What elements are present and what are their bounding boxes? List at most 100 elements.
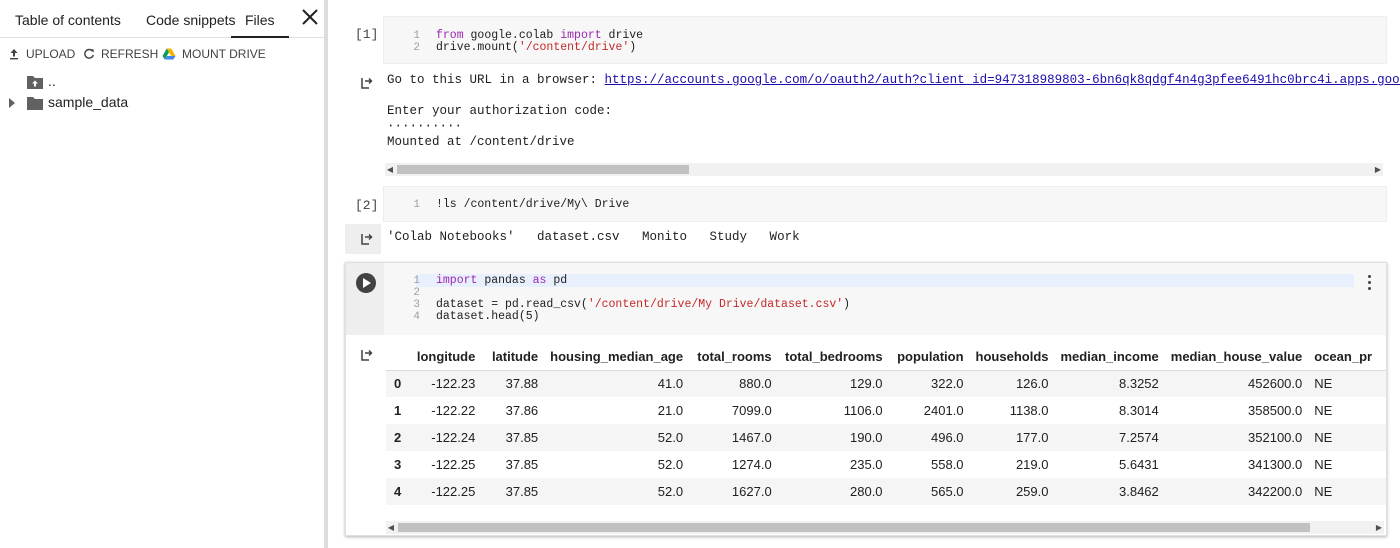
table-cell: 322.0 bbox=[888, 370, 970, 397]
caret-right-icon[interactable] bbox=[7, 97, 17, 109]
table-cell: 52.0 bbox=[544, 424, 690, 451]
run-cell-button[interactable] bbox=[356, 273, 376, 293]
mount-drive-label: MOUNT DRIVE bbox=[182, 47, 266, 61]
column-header: population bbox=[888, 343, 970, 371]
table-cell: -122.25 bbox=[408, 478, 482, 505]
table-cell: 1627.0 bbox=[689, 478, 778, 505]
table-cell: -122.25 bbox=[431, 457, 476, 472]
tab-code-snippets[interactable]: Code snippets bbox=[146, 0, 236, 38]
scroll-right-icon[interactable]: ▶ bbox=[1374, 522, 1384, 533]
refresh-button[interactable]: REFRESH bbox=[83, 44, 158, 64]
scrollbar-thumb[interactable] bbox=[398, 523, 1310, 532]
tree-item-sample-data[interactable]: sample_data bbox=[0, 92, 324, 114]
row-index: 4 bbox=[386, 478, 409, 505]
table-cell: 129.0 bbox=[777, 370, 889, 397]
execution-count: [2] bbox=[355, 198, 379, 213]
upload-icon bbox=[10, 49, 18, 60]
table-cell: 1467.0 bbox=[689, 424, 778, 451]
table-cell: 352100.0 bbox=[1164, 424, 1309, 451]
column-header: longitude bbox=[408, 343, 482, 371]
table-cell: 37.85 bbox=[481, 478, 545, 505]
table-cell: 235.0 bbox=[850, 457, 883, 472]
table-cell: 2401.0 bbox=[923, 403, 964, 418]
code-editor[interactable]: 1 2 from google.colab import drive drive… bbox=[383, 16, 1387, 64]
code-editor[interactable]: 1 !ls /content/drive/My\ Drive bbox=[383, 186, 1387, 222]
refresh-icon bbox=[84, 48, 94, 59]
output-arrow-icon[interactable] bbox=[359, 75, 375, 91]
row-index: 2 bbox=[386, 424, 409, 451]
refresh-label: REFRESH bbox=[101, 47, 159, 61]
scroll-left-icon[interactable]: ◀ bbox=[385, 164, 395, 175]
output-masked-code: ·········· bbox=[387, 119, 463, 133]
column-header: median_income bbox=[1054, 343, 1165, 371]
notebook-area: [1] 1 2 from google.colab import drive d… bbox=[328, 0, 1400, 548]
table-cell: 3.8462 bbox=[1054, 478, 1165, 505]
dataframe-viewport: longitude latitude housing_median_age to… bbox=[346, 343, 1386, 513]
tab-files[interactable]: Files bbox=[231, 0, 289, 38]
output-horizontal-scrollbar[interactable]: ◀ ▶ bbox=[386, 521, 1384, 534]
code-cell-3: 1 2 3 4 import pandas as pd dataset = pd… bbox=[345, 262, 1387, 536]
table-cell: NE bbox=[1308, 370, 1386, 397]
table-cell: NE bbox=[1314, 457, 1333, 472]
scroll-left-icon[interactable]: ◀ bbox=[386, 522, 396, 533]
table-cell: 1138.0 bbox=[1009, 403, 1049, 418]
mount-drive-button[interactable]: MOUNT DRIVE bbox=[162, 44, 266, 64]
execution-count: [1] bbox=[355, 27, 379, 42]
table-cell: 5.6431 bbox=[1119, 457, 1159, 472]
table-cell: -122.22 bbox=[431, 403, 476, 418]
table-cell: 7.2574 bbox=[1054, 424, 1165, 451]
row-index: 3 bbox=[394, 457, 402, 472]
table-cell: NE bbox=[1314, 403, 1333, 418]
tree-item-label: .. bbox=[48, 73, 56, 89]
column-header: latitude bbox=[481, 343, 545, 371]
table-cell: 280.0 bbox=[777, 478, 889, 505]
more-vert-icon[interactable] bbox=[1368, 275, 1372, 291]
scroll-right-icon[interactable]: ▶ bbox=[1373, 164, 1383, 175]
line-numbers: 1 2 bbox=[413, 30, 420, 54]
table-row: 1 -122.22 37.86 21.0 7099.0 1106.0 2401.… bbox=[386, 397, 1386, 424]
code-text: !ls /content/drive/My\ Drive bbox=[436, 198, 630, 211]
output-horizontal-scrollbar[interactable]: ◀ ▶ bbox=[385, 163, 1383, 176]
code-cell-2: [2] 1 !ls /content/drive/My\ Drive 'Cola… bbox=[345, 186, 1387, 256]
table-cell: 41.0 bbox=[544, 370, 690, 397]
dataframe-table: longitude latitude housing_median_age to… bbox=[386, 343, 1386, 505]
column-header: total_bedrooms bbox=[777, 343, 889, 371]
column-header: housing_median_age bbox=[544, 343, 690, 371]
upload-button[interactable]: UPLOAD bbox=[8, 44, 75, 64]
tab-table-of-contents[interactable]: Table of contents bbox=[15, 0, 121, 38]
scrollbar-thumb[interactable] bbox=[397, 165, 689, 174]
table-cell: NE bbox=[1308, 478, 1386, 505]
files-sidepanel: Table of contents Code snippets Files UP… bbox=[0, 0, 324, 548]
table-cell: 219.0 bbox=[1015, 457, 1049, 472]
table-cell: 259.0 bbox=[969, 478, 1055, 505]
folder-up-icon bbox=[27, 76, 43, 89]
output-arrow-icon[interactable] bbox=[359, 231, 375, 247]
code-editor[interactable]: 1 2 3 4 import pandas as pd dataset = pd… bbox=[384, 263, 1386, 335]
table-cell: 565.0 bbox=[888, 478, 970, 505]
table-cell: 21.0 bbox=[657, 403, 684, 418]
table-row: 4 -122.25 37.85 52.0 1627.0 280.0 565.0 … bbox=[386, 478, 1386, 505]
table-cell: 496.0 bbox=[888, 424, 970, 451]
upload-label: UPLOAD bbox=[26, 47, 76, 61]
table-cell: 880.0 bbox=[689, 370, 778, 397]
tree-item-parent-folder[interactable]: .. bbox=[0, 71, 324, 93]
folder-icon bbox=[27, 97, 43, 110]
table-cell: 558.0 bbox=[931, 457, 964, 472]
table-cell: 52.0 bbox=[544, 478, 690, 505]
table-cell: 8.3252 bbox=[1054, 370, 1165, 397]
line-numbers: 1 2 3 4 bbox=[413, 275, 420, 323]
oauth-link[interactable]: https://accounts.google.com/o/oauth2/aut… bbox=[605, 73, 1400, 87]
row-index: 0 bbox=[386, 370, 409, 397]
files-toolbar: UPLOAD REFRESH MOUNT DRIVE bbox=[0, 44, 324, 64]
code-text: from google.colab import drive drive.mou… bbox=[436, 29, 644, 54]
table-cell: 37.88 bbox=[481, 370, 545, 397]
table-cell: 37.86 bbox=[505, 403, 539, 418]
table-cell: 358500.0 bbox=[1248, 403, 1303, 418]
table-cell: 8.3014 bbox=[1119, 403, 1159, 418]
table-row: 0 -122.23 37.88 41.0 880.0 129.0 322.0 1… bbox=[386, 370, 1386, 397]
output-mounted: Mounted at /content/drive bbox=[387, 135, 575, 149]
column-header: median_house_value bbox=[1164, 343, 1309, 371]
sidepanel-tabs: Table of contents Code snippets Files bbox=[0, 0, 324, 38]
table-row: 2 -122.24 37.85 52.0 1467.0 190.0 496.0 … bbox=[386, 424, 1386, 451]
close-icon[interactable] bbox=[298, 5, 322, 29]
